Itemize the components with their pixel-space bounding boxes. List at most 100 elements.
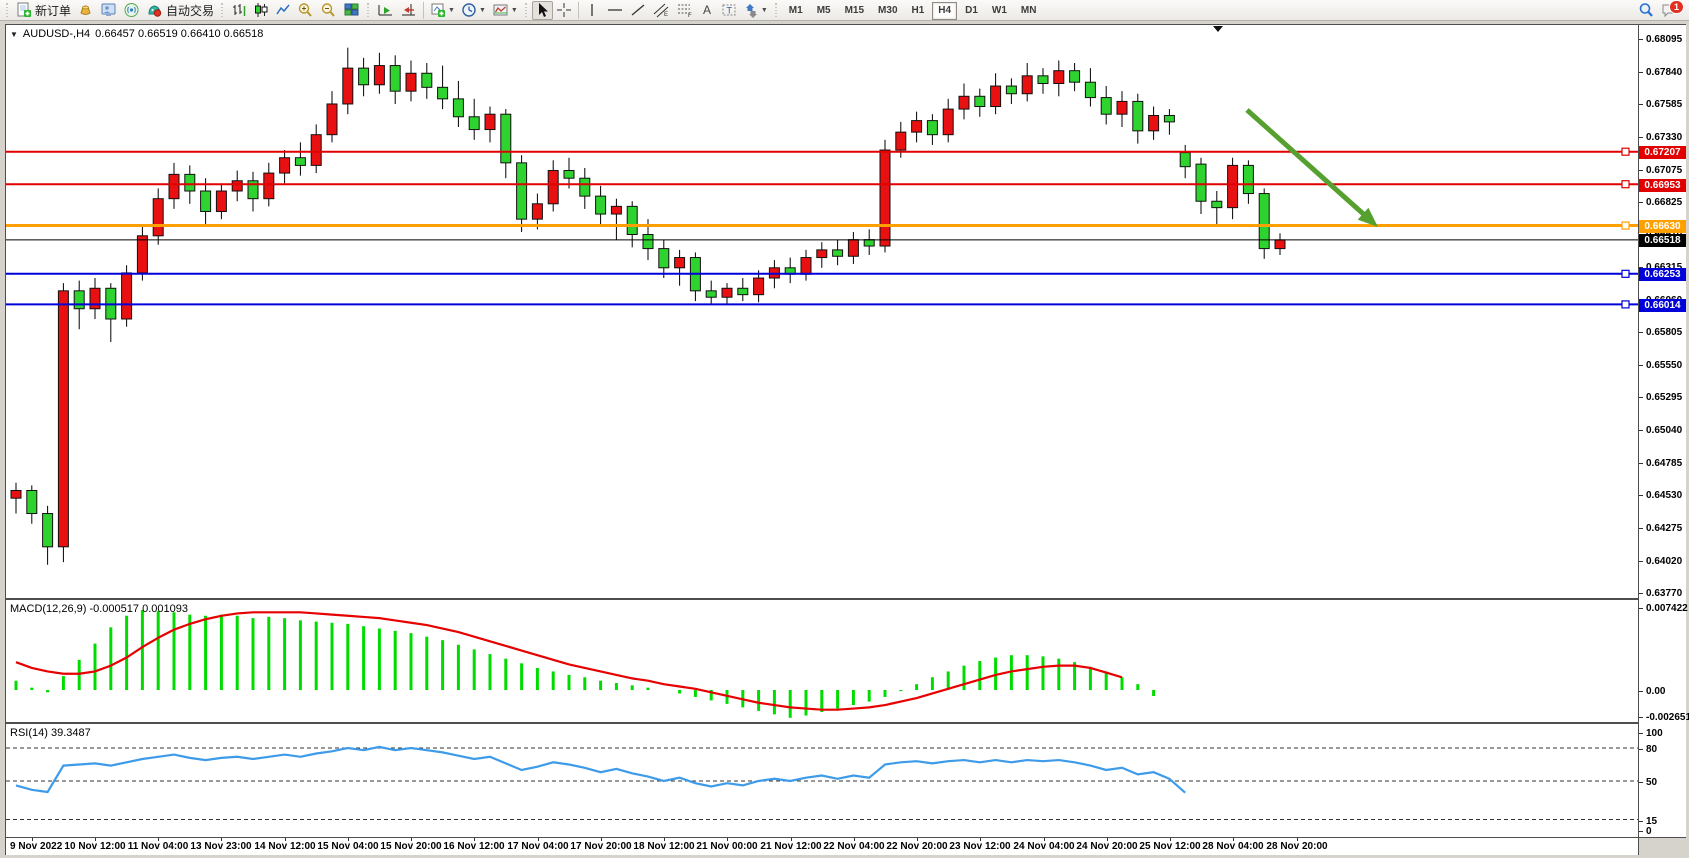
- candle-body: [137, 236, 147, 273]
- timeframe-button-mn[interactable]: MN: [1015, 2, 1043, 20]
- line-handle[interactable]: [1622, 301, 1629, 308]
- indicator-tick-mark: [1639, 749, 1643, 750]
- timeframe-button-m30[interactable]: M30: [872, 2, 903, 20]
- macd-pane[interactable]: MACD(12,26,9) -0.000517 0.001093: [5, 599, 1639, 723]
- candle-body: [216, 191, 226, 211]
- chart-shift-marker[interactable]: [1213, 26, 1223, 32]
- text-button[interactable]: A: [697, 1, 718, 20]
- periods-button[interactable]: ▼: [458, 1, 489, 20]
- new-order-label: 新订单: [35, 2, 71, 19]
- rsi-chart: [6, 724, 1638, 837]
- auto-scroll-button[interactable]: [374, 1, 397, 20]
- time-axis-label: 23 Nov 12:00: [949, 841, 1010, 852]
- time-tick-mark: [1107, 838, 1108, 841]
- timeframe-button-m5[interactable]: M5: [811, 2, 837, 20]
- time-tick-mark: [32, 838, 33, 841]
- macd-chart: [6, 600, 1638, 722]
- price-axis[interactable]: 0.680950.678400.675850.673300.670750.668…: [1639, 24, 1686, 838]
- line-handle[interactable]: [1622, 148, 1629, 155]
- time-tick-mark: [980, 838, 981, 841]
- candlestick-chart[interactable]: [6, 25, 1638, 598]
- timeframe-button-h4[interactable]: H4: [932, 2, 957, 20]
- vertical-line-button[interactable]: [582, 1, 603, 20]
- new-chart-button[interactable]: ▼: [427, 1, 458, 20]
- price-tick-label: 0.64275: [1646, 523, 1682, 534]
- candle-body: [833, 250, 843, 256]
- cursor-button[interactable]: [532, 1, 553, 20]
- timeframe-button-m15[interactable]: M15: [839, 2, 870, 20]
- indicators-template-icon: [492, 2, 509, 18]
- equidistant-channel-button[interactable]: E: [649, 1, 673, 20]
- price-tick-mark: [1639, 528, 1643, 529]
- gold-button[interactable]: [74, 1, 97, 20]
- indicator-tick-mark: [1639, 717, 1643, 718]
- new-order-button[interactable]: 新订单: [13, 1, 74, 20]
- fibonacci-button[interactable]: F: [673, 1, 697, 20]
- line-handle[interactable]: [1622, 222, 1629, 229]
- new-chart-icon: [430, 2, 446, 18]
- horizontal-line-button[interactable]: [603, 1, 627, 20]
- new-order-icon: [16, 2, 32, 18]
- candlestick-chart-button[interactable]: [250, 1, 272, 20]
- candle-body: [1275, 240, 1285, 249]
- autotrading-button[interactable]: 自动交易: [143, 1, 217, 20]
- timeframe-button-w1[interactable]: W1: [986, 2, 1013, 20]
- notifications-button[interactable]: 1: [1658, 1, 1681, 20]
- candle-body: [1133, 101, 1143, 130]
- tile-windows-button[interactable]: [340, 1, 363, 20]
- time-tick-mark: [285, 838, 286, 841]
- trendline-button[interactable]: [627, 1, 649, 20]
- search-button[interactable]: [1635, 1, 1658, 20]
- time-axis[interactable]: 9 Nov 202210 Nov 12:0011 Nov 04:0013 Nov…: [5, 838, 1639, 855]
- line-handle[interactable]: [1622, 270, 1629, 277]
- indicators-template-button[interactable]: ▼: [489, 1, 521, 20]
- terminal-button[interactable]: [97, 1, 120, 20]
- time-tick-mark: [1170, 838, 1171, 841]
- crosshair-button[interactable]: [553, 1, 575, 20]
- zoom-out-button[interactable]: [317, 1, 340, 20]
- time-tick-mark: [348, 838, 349, 841]
- text-label-button[interactable]: T: [718, 1, 740, 20]
- indicator-axis-label: 15: [1646, 816, 1657, 827]
- candlestick-chart-icon: [253, 2, 269, 18]
- arrow-objects-button[interactable]: ▼: [740, 1, 771, 20]
- rsi-pane[interactable]: RSI(14) 39.3487: [5, 723, 1639, 838]
- candle-body: [453, 99, 463, 117]
- zoom-in-button[interactable]: [294, 1, 317, 20]
- candle-body: [517, 163, 527, 219]
- time-axis-label: 11 Nov 04:00: [128, 841, 189, 852]
- indicator-axis-label: 50: [1646, 777, 1657, 788]
- line-chart-button[interactable]: [272, 1, 294, 20]
- chart-shift-button[interactable]: [397, 1, 420, 20]
- signal-button[interactable]: [120, 1, 143, 20]
- indicator-axis-label: -0.002651: [1646, 712, 1689, 723]
- macd-signal-line: [16, 612, 1122, 709]
- toolbar-grip: [524, 2, 529, 18]
- candle-body: [438, 87, 448, 99]
- time-axis-label: 10 Nov 12:00: [64, 841, 125, 852]
- timeframe-button-d1[interactable]: D1: [959, 2, 984, 20]
- svg-text:T: T: [726, 6, 732, 16]
- toolbar-separator: [578, 2, 579, 19]
- timeframe-button-m1[interactable]: M1: [783, 2, 809, 20]
- terminal-icon: [100, 2, 117, 18]
- candle-body: [627, 206, 637, 234]
- price-tick-label: 0.65295: [1646, 392, 1682, 403]
- time-axis-label: 16 Nov 12:00: [443, 841, 504, 852]
- candle-body: [169, 174, 179, 198]
- price-tick-mark: [1639, 202, 1643, 203]
- time-tick-mark: [1297, 838, 1298, 841]
- timeframe-button-h1[interactable]: H1: [906, 2, 931, 20]
- line-handle[interactable]: [1622, 181, 1629, 188]
- toolbar-separator: [423, 2, 424, 19]
- bar-chart-button[interactable]: [228, 1, 250, 20]
- chart-title: ▼ AUDUSD-,H4 0.66457 0.66519 0.66410 0.6…: [10, 28, 263, 40]
- collapse-icon[interactable]: ▼: [10, 30, 18, 39]
- candle-body: [280, 158, 290, 173]
- candle-body: [991, 86, 1001, 106]
- main-chart-pane[interactable]: ▼ AUDUSD-,H4 0.66457 0.66519 0.66410 0.6…: [5, 24, 1639, 599]
- price-tick-label: 0.68095: [1646, 34, 1682, 45]
- chart-window: ▼ AUDUSD-,H4 0.66457 0.66519 0.66410 0.6…: [0, 21, 1689, 858]
- candle-body: [1243, 165, 1253, 193]
- candle-body: [343, 68, 353, 104]
